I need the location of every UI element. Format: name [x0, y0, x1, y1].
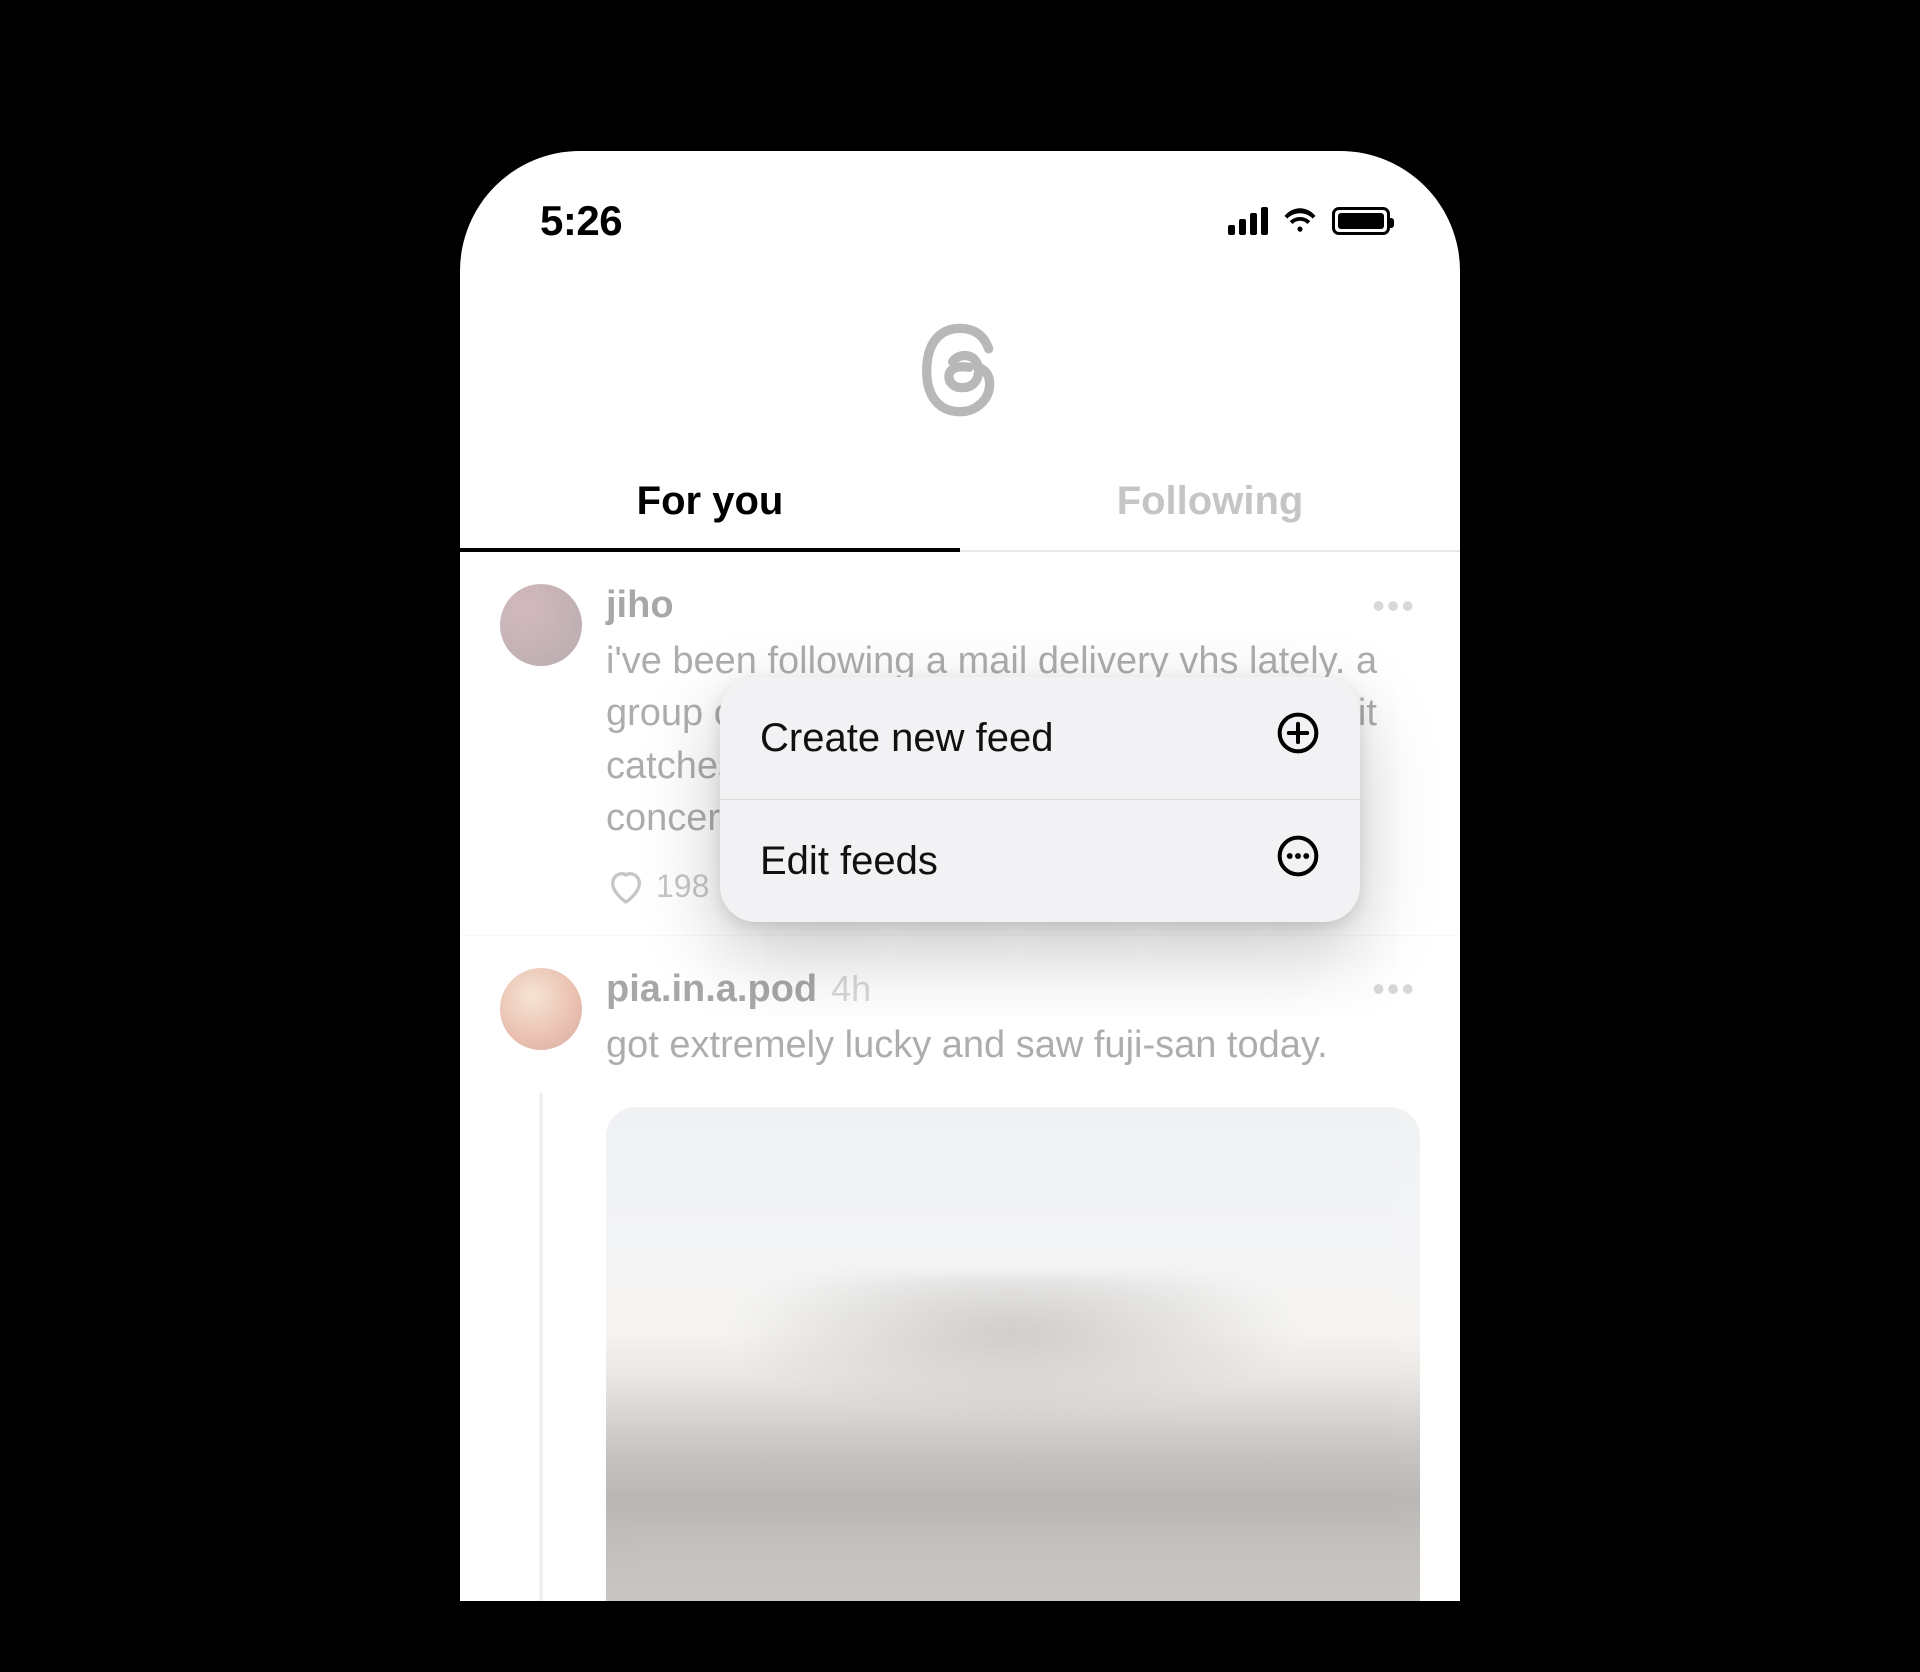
more-circle-icon: [1276, 834, 1320, 888]
tab-following[interactable]: Following: [960, 461, 1460, 550]
post-username[interactable]: jiho: [606, 584, 674, 627]
avatar[interactable]: [500, 584, 582, 666]
status-icons: [1228, 205, 1390, 238]
create-new-feed-button[interactable]: Create new feed: [720, 677, 1360, 799]
tab-for-you[interactable]: For you: [460, 461, 960, 550]
edit-feeds-button[interactable]: Edit feeds: [720, 799, 1360, 922]
feed-tabs: For you Following: [460, 461, 1460, 552]
wifi-icon: [1282, 205, 1318, 238]
feed-options-popover: Create new feed Edit feeds: [720, 677, 1360, 922]
phone-screen: 5:26 For you Following: [460, 151, 1460, 1601]
post: pia.in.a.pod 4h ••• got extremely lucky …: [460, 936, 1460, 1601]
like-count: 198: [656, 868, 709, 905]
status-time: 5:26: [540, 197, 622, 245]
post-image[interactable]: [606, 1107, 1420, 1601]
battery-icon: [1332, 207, 1390, 235]
post-username[interactable]: pia.in.a.pod: [606, 968, 817, 1011]
post-timestamp: 4h: [831, 968, 871, 1010]
threads-logo-icon: [460, 271, 1460, 461]
status-bar: 5:26: [460, 151, 1460, 271]
post-body-text: got extremely lucky and saw fuji-san tod…: [606, 1019, 1420, 1071]
avatar[interactable]: [500, 968, 582, 1050]
popover-item-label: Edit feeds: [760, 839, 938, 884]
like-button[interactable]: 198: [606, 867, 709, 907]
plus-circle-icon: [1276, 711, 1320, 765]
post-more-icon[interactable]: •••: [1368, 585, 1420, 627]
popover-item-label: Create new feed: [760, 716, 1054, 761]
post-more-icon[interactable]: •••: [1368, 968, 1420, 1010]
cellular-signal-icon: [1228, 207, 1268, 235]
